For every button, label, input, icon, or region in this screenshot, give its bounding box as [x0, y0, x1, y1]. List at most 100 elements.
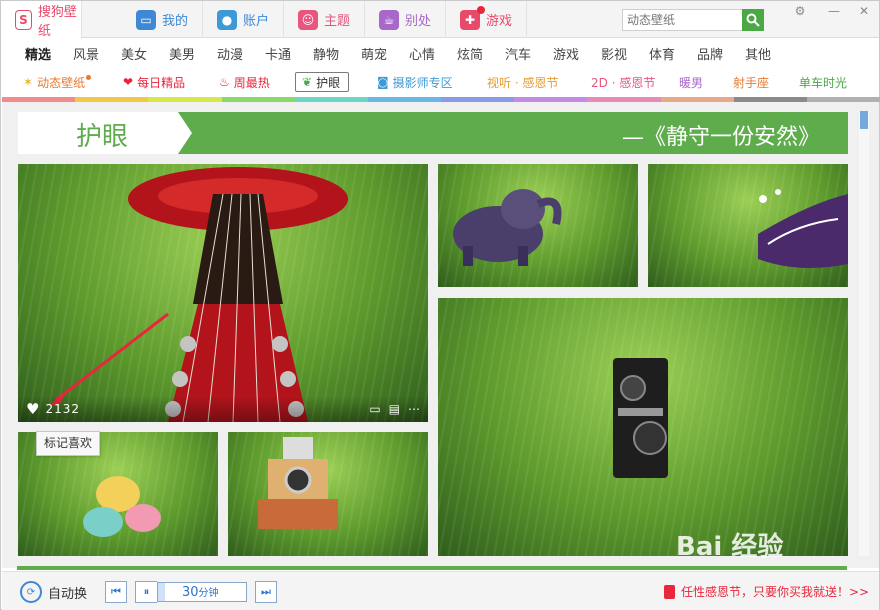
banner-title: 护眼 [76, 122, 129, 152]
tab-sogou-wallpaper[interactable]: S 搜狗壁纸 [1, 1, 82, 39]
notification-dot [477, 5, 485, 14]
featured-daily-picks[interactable]: ❤ 每日精品 [123, 72, 185, 92]
settings-gear-icon[interactable]: ⚙ [789, 3, 811, 19]
user-icon: ● [217, 9, 237, 30]
featured-label: 摄影师专区 [392, 75, 453, 90]
tab-label: 搜狗壁纸 [37, 5, 77, 39]
tab-label: 我的 [162, 14, 189, 29]
category-still-life[interactable]: 静物 [302, 44, 350, 63]
featured-label: 暖男 [679, 75, 704, 90]
heart-icon: ❤ [123, 75, 134, 89]
next-button[interactable]: ⏭ [255, 581, 277, 603]
toy-camera-picture [258, 437, 338, 529]
featured-weekly-hot[interactable]: ♨ 周最热 [219, 72, 270, 92]
wallpaper-tile-camera[interactable] [438, 298, 848, 556]
previous-button[interactable]: ⏮ [105, 581, 127, 603]
minimize-button[interactable]: — [823, 3, 845, 19]
featured-label: 动态壁纸 [37, 75, 86, 90]
monitor-icon: ▭ [136, 9, 156, 30]
category-anime[interactable]: 动漫 [206, 44, 254, 63]
more-options-icon[interactable]: ⋯ [408, 402, 420, 416]
wallpaper-tile-elephant[interactable] [438, 164, 638, 287]
category-sports[interactable]: 体育 [638, 44, 686, 63]
category-other[interactable]: 其他 [734, 44, 782, 63]
skip-forward-icon: ⏭ [261, 585, 271, 598]
like-count: 2132 [45, 402, 80, 416]
leaf-icon: ❦ [302, 75, 313, 89]
auto-switch-icon[interactable]: ⟳ [20, 581, 42, 603]
tab-label: 游戏 [486, 14, 513, 29]
banner-slogan: —《静守一份安然》 [621, 125, 820, 150]
search-input[interactable] [623, 10, 741, 30]
featured-sagittarius[interactable]: 射手座 [733, 72, 769, 92]
featured-thanksgiving-av[interactable]: 视听 · 感恩节 [487, 72, 558, 92]
promo-text: 任性感恩节，只要你买我就送！>> [681, 585, 870, 599]
notification-dot [86, 74, 92, 80]
skip-back-icon: ⏮ [111, 585, 121, 598]
pause-button[interactable]: ⏸ [135, 581, 157, 603]
category-cartoon[interactable]: 卡通 [254, 44, 302, 63]
tab-theme[interactable]: ☺ 主题 [284, 1, 365, 38]
category-mood[interactable]: 心情 [398, 44, 446, 63]
category-cars[interactable]: 汽车 [494, 44, 542, 63]
featured-label: 射手座 [733, 75, 770, 90]
tab-elsewhere[interactable]: ☕ 别处 [365, 1, 446, 38]
tab-games[interactable]: ✚ 游戏 [446, 1, 527, 38]
wallpaper-tile-sneakers[interactable] [648, 164, 848, 287]
like-heart-icon[interactable]: ♥ [26, 400, 39, 418]
search-icon [746, 13, 760, 27]
category-nav: 精选 风景 美女 美男 动漫 卡通 静物 萌宠 心情 炫简 汽车 游戏 影视 体… [14, 44, 782, 63]
tab-mine[interactable]: ▭ 我的 [122, 1, 203, 38]
set-wallpaper-icon[interactable]: ▭ [369, 402, 380, 416]
featured-eye-care[interactable]: ❦ 护眼 [295, 72, 350, 92]
category-brands[interactable]: 品牌 [686, 44, 734, 63]
coffee-icon: ☕ [379, 9, 399, 30]
featured-cycling-time[interactable]: 单车时光 [799, 72, 847, 92]
featured-thanksgiving-2d[interactable]: 2D · 感恩节 [591, 72, 655, 92]
gift-icon [664, 584, 675, 599]
category-handsome[interactable]: 美男 [158, 44, 206, 63]
scrollbar-thumb[interactable] [860, 111, 868, 129]
flame-icon: ♨ [219, 75, 230, 89]
timer-display: 30分钟 [182, 584, 219, 600]
tile-action-bar: ♥ 2132 ▭ ▤ ⋯ [18, 396, 428, 422]
featured-warm-man[interactable]: 暖男 [679, 72, 703, 92]
camera-icon: ◙ [377, 75, 389, 89]
timer-progress [158, 583, 166, 601]
category-minimal[interactable]: 炫简 [446, 44, 494, 63]
featured-label: 视听 · 感恩节 [487, 75, 559, 90]
sogou-logo-icon: S [15, 10, 32, 30]
interval-timer[interactable]: 30分钟 [157, 582, 247, 602]
tab-label: 主题 [324, 14, 351, 29]
section-banner: 护眼 —《静守一份安然》 [18, 112, 848, 154]
promo-link[interactable]: 任性感恩节，只要你买我就送！>> [664, 583, 869, 600]
wallpaper-gallery: 护眼 —《静守一份安然》 ♥ 2132 ▭ ▤ ⋯ [2, 102, 879, 568]
featured-label: 单车时光 [799, 75, 848, 90]
timer-value: 30 [182, 585, 199, 600]
search-box [622, 9, 764, 31]
theme-icon: ☺ [298, 9, 318, 30]
featured-label: 2D · 感恩节 [591, 75, 656, 90]
category-pets[interactable]: 萌宠 [350, 44, 398, 63]
category-movies[interactable]: 影视 [590, 44, 638, 63]
vintage-camera-picture [613, 358, 668, 478]
pause-icon: ⏸ [143, 585, 150, 598]
guitar-picture [48, 167, 348, 422]
tab-label: 别处 [405, 14, 432, 29]
gamepad-icon: ✚ [460, 5, 485, 30]
category-scenery[interactable]: 风景 [62, 44, 110, 63]
category-featured[interactable]: 精选 [14, 44, 62, 63]
wallpaper-tile-toy-camera[interactable] [228, 432, 428, 556]
comment-icon[interactable]: ▤ [389, 402, 400, 416]
tab-account[interactable]: ● 账户 [203, 1, 284, 38]
wallpaper-tile-guitar[interactable]: ♥ 2132 ▭ ▤ ⋯ [18, 164, 428, 422]
featured-dynamic-wallpaper[interactable]: ✶ 动态壁纸 [23, 72, 92, 92]
featured-label: 护眼 [316, 75, 341, 90]
search-button[interactable] [742, 9, 764, 31]
close-button[interactable]: ✕ [853, 3, 875, 19]
featured-photographer-zone[interactable]: ◙ 摄影师专区 [377, 72, 453, 92]
elephant-figurine-picture [453, 189, 562, 266]
category-beauty[interactable]: 美女 [110, 44, 158, 63]
category-games[interactable]: 游戏 [542, 44, 590, 63]
gallery-scrollbar[interactable] [859, 111, 869, 556]
